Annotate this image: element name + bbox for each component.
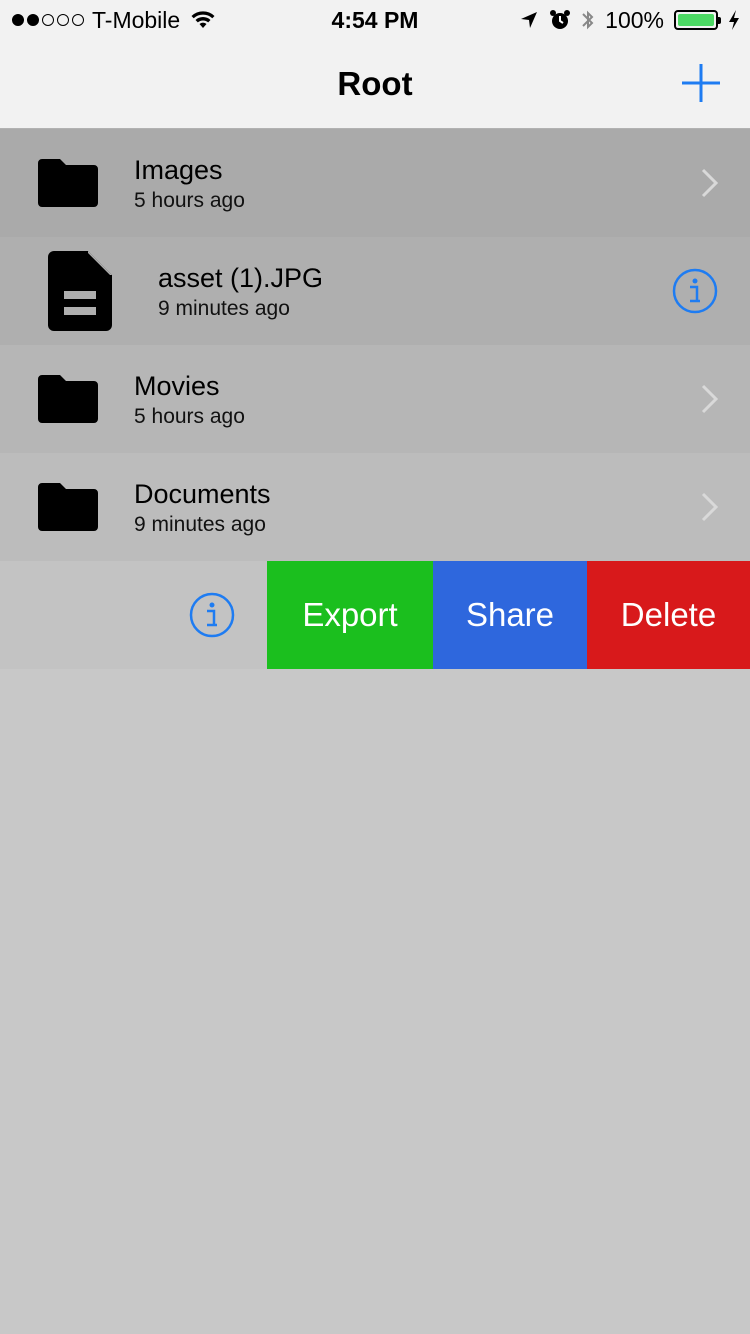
list-item-swiped[interactable]: Export Share Delete	[0, 561, 750, 669]
chevron-right-icon	[701, 384, 719, 414]
plus-icon[interactable]	[680, 62, 722, 104]
item-name: asset (1).JPG	[158, 263, 324, 293]
list-item-documents[interactable]: Documents 9 minutes ago	[0, 453, 750, 561]
item-name: Images	[134, 155, 223, 185]
chevron-right-icon	[701, 168, 719, 198]
delete-button-label: Delete	[620, 596, 717, 633]
folder-icon	[38, 483, 98, 531]
item-modified-time: 9 minutes ago	[158, 297, 290, 320]
list-item-movies[interactable]: Movies 5 hours ago	[0, 345, 750, 453]
status-bar: T-Mobile 4:54 PM 100%	[0, 0, 750, 40]
info-icon[interactable]	[672, 268, 718, 314]
battery-percent: 100%	[605, 6, 664, 33]
alarm-icon	[550, 10, 571, 29]
navigation-bar: Root	[0, 40, 750, 129]
item-modified-time: 5 hours ago	[134, 405, 245, 428]
item-name: Movies	[134, 371, 220, 401]
file-list: Images 5 hours ago asset (1).JPG 9 minut…	[0, 129, 750, 669]
document-icon	[48, 251, 112, 331]
page-title: Root	[337, 65, 413, 102]
export-button-label: Export	[302, 596, 398, 633]
list-item-images[interactable]: Images 5 hours ago	[0, 129, 750, 237]
export-button[interactable]: Export	[267, 561, 433, 669]
bluetooth-icon	[582, 10, 594, 30]
share-button-label: Share	[465, 596, 555, 633]
info-icon[interactable]	[189, 592, 235, 638]
item-name: Documents	[134, 479, 271, 509]
folder-icon	[38, 375, 98, 423]
status-right: 100%	[519, 0, 740, 40]
location-arrow-icon	[521, 12, 538, 28]
item-modified-time: 5 hours ago	[134, 189, 245, 212]
battery-icon	[674, 10, 721, 30]
folder-icon	[38, 159, 98, 207]
delete-button[interactable]: Delete	[587, 561, 750, 669]
charging-bolt-icon	[729, 10, 739, 30]
chevron-right-icon	[701, 492, 719, 522]
item-modified-time: 9 minutes ago	[134, 513, 266, 536]
list-item-asset[interactable]: asset (1).JPG 9 minutes ago	[0, 237, 750, 345]
share-button[interactable]: Share	[433, 561, 587, 669]
